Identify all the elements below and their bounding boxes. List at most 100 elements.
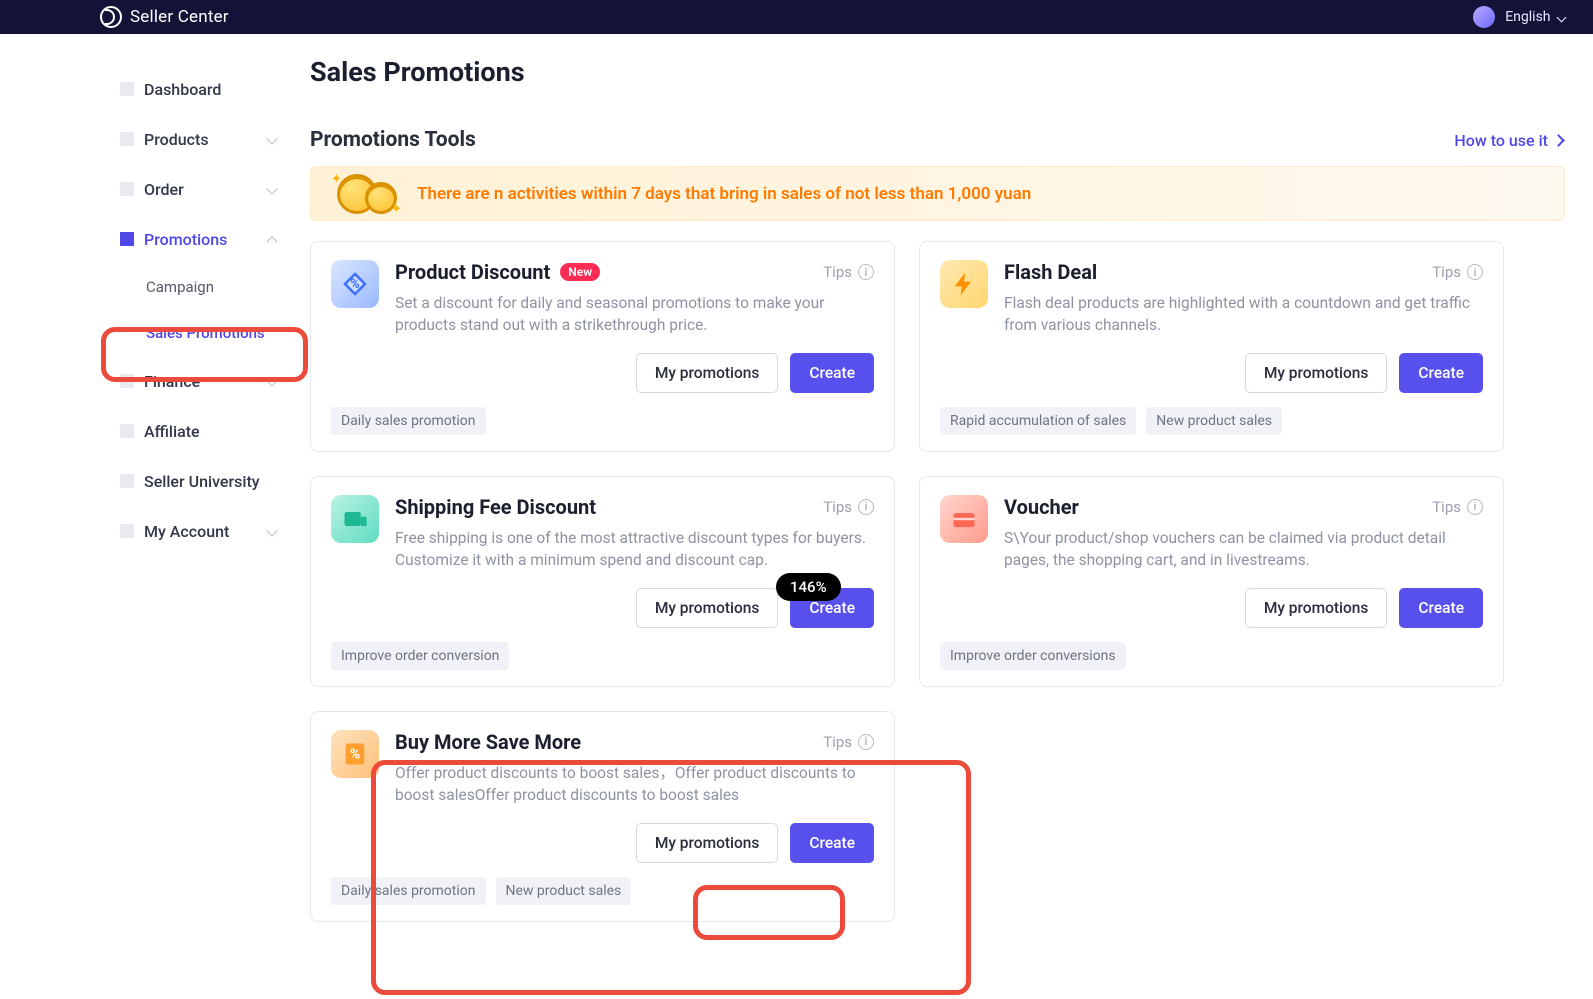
create-button[interactable]: Create <box>790 353 874 393</box>
card-description: Flash deal products are highlighted with… <box>1004 292 1483 337</box>
sidebar-label: Promotions <box>144 230 227 249</box>
create-button[interactable]: Create <box>790 823 874 863</box>
tag-chip: Daily sales promotion <box>331 877 486 905</box>
brand: Seller Center <box>100 6 229 28</box>
top-bar: Seller Center English <box>0 0 1593 34</box>
info-icon: i <box>1467 499 1483 515</box>
info-icon: i <box>858 734 874 750</box>
card-product-discount: % Product Discount New Tips i <box>310 241 895 452</box>
info-icon: i <box>1467 264 1483 280</box>
sidebar-sub-campaign[interactable]: Campaign <box>0 264 310 310</box>
card-description: Offer product discounts to boost sales，O… <box>395 762 874 807</box>
square-icon <box>120 82 134 96</box>
chevron-down-icon <box>266 375 277 386</box>
user-avatar-icon[interactable] <box>1473 6 1495 28</box>
sidebar-label: My Account <box>144 522 229 541</box>
chevron-up-icon <box>266 236 277 247</box>
how-to-use-link[interactable]: How to use it <box>1454 131 1563 150</box>
sidebar-item-finance[interactable]: Finance <box>0 356 310 406</box>
sidebar-sub-sales-promotions[interactable]: Sales Promotions <box>0 310 310 356</box>
card-voucher: Voucher Tips i S\Your product/shop vouch… <box>919 476 1504 687</box>
tips-link[interactable]: Tips i <box>1432 263 1483 281</box>
card-title: Flash Deal <box>1004 260 1097 284</box>
promo-banner: ✦ ✦ There are n activities within 7 days… <box>310 166 1565 221</box>
card-title: Buy More Save More <box>395 730 581 754</box>
my-promotions-button[interactable]: My promotions <box>636 353 779 393</box>
create-button[interactable]: Create <box>1399 353 1483 393</box>
card-title: Voucher <box>1004 495 1079 519</box>
svg-text:%: % <box>350 277 359 292</box>
language-selector[interactable]: English <box>1505 9 1565 25</box>
tag-chip: Daily sales promotion <box>331 407 486 435</box>
sidebar-item-order[interactable]: Order <box>0 164 310 214</box>
percent-tag-icon: % <box>331 730 379 778</box>
sidebar-label: Products <box>144 130 209 149</box>
tips-label: Tips <box>1432 498 1461 516</box>
sidebar-item-affiliate[interactable]: Affiliate <box>0 406 310 456</box>
new-badge: New <box>560 263 600 281</box>
sidebar-item-my-account[interactable]: My Account <box>0 506 310 556</box>
square-icon <box>120 474 134 488</box>
sidebar-label: Order <box>144 180 184 199</box>
card-title: Shipping Fee Discount <box>395 495 596 519</box>
tag-chip: Improve order conversions <box>940 642 1126 670</box>
discount-icon: % <box>331 260 379 308</box>
tag-chip: New product sales <box>496 877 632 905</box>
card-flash-deal: Flash Deal Tips i Flash deal products ar… <box>919 241 1504 452</box>
zoom-indicator: 146% <box>776 573 841 601</box>
page-title: Sales Promotions <box>310 56 1565 88</box>
my-promotions-button[interactable]: My promotions <box>1245 588 1388 628</box>
square-icon <box>120 182 134 196</box>
create-button[interactable]: Create <box>1399 588 1483 628</box>
card-description: S\Your product/shop vouchers can be clai… <box>1004 527 1483 572</box>
brand-text: Seller Center <box>130 7 229 27</box>
tag-chip: Improve order conversion <box>331 642 509 670</box>
tips-link[interactable]: Tips i <box>823 263 874 281</box>
brand-logo-icon <box>100 6 122 28</box>
card-description: Set a discount for daily and seasonal pr… <box>395 292 874 337</box>
tips-label: Tips <box>823 733 852 751</box>
square-icon <box>120 132 134 146</box>
sidebar-label: Affiliate <box>144 422 200 441</box>
my-promotions-button[interactable]: My promotions <box>636 588 779 628</box>
section-title: Promotions Tools <box>310 128 476 152</box>
how-to-label: How to use it <box>1454 131 1548 150</box>
square-icon <box>120 232 134 246</box>
sidebar-item-dashboard[interactable]: Dashboard <box>0 64 310 114</box>
sidebar-item-promotions[interactable]: Promotions <box>0 214 310 264</box>
flash-icon <box>940 260 988 308</box>
tips-link[interactable]: Tips i <box>823 498 874 516</box>
tips-label: Tips <box>823 498 852 516</box>
info-icon: i <box>858 499 874 515</box>
voucher-icon <box>940 495 988 543</box>
info-icon: i <box>858 264 874 280</box>
my-promotions-button[interactable]: My promotions <box>1245 353 1388 393</box>
square-icon <box>120 424 134 438</box>
tips-label: Tips <box>1432 263 1461 281</box>
card-buy-more-save-more: % Buy More Save More Tips i Offe <box>310 711 895 922</box>
svg-text:%: % <box>350 747 360 763</box>
chevron-down-icon <box>1554 9 1565 25</box>
topbar-right: English <box>1473 6 1565 28</box>
square-icon <box>120 524 134 538</box>
sidebar-item-products[interactable]: Products <box>0 114 310 164</box>
my-promotions-button[interactable]: My promotions <box>636 823 779 863</box>
card-title: Product Discount <box>395 260 550 284</box>
tag-chip: New product sales <box>1146 407 1282 435</box>
banner-text: There are n activities within 7 days tha… <box>417 184 1031 204</box>
square-icon <box>120 374 134 388</box>
sidebar-item-seller-university[interactable]: Seller University <box>0 456 310 506</box>
tips-label: Tips <box>823 263 852 281</box>
sidebar-label: Dashboard <box>144 80 221 99</box>
sidebar-label: Seller University <box>144 472 260 491</box>
tips-link[interactable]: Tips i <box>823 733 874 751</box>
tag-chip: Rapid accumulation of sales <box>940 407 1136 435</box>
language-label: English <box>1505 9 1550 25</box>
tips-link[interactable]: Tips i <box>1432 498 1483 516</box>
chevron-down-icon <box>266 133 277 144</box>
chevron-down-icon <box>266 525 277 536</box>
chevron-down-icon <box>266 183 277 194</box>
card-description: Free shipping is one of the most attract… <box>395 527 874 572</box>
sidebar-label: Finance <box>144 372 200 391</box>
main-content: Sales Promotions Promotions Tools How to… <box>310 34 1593 962</box>
